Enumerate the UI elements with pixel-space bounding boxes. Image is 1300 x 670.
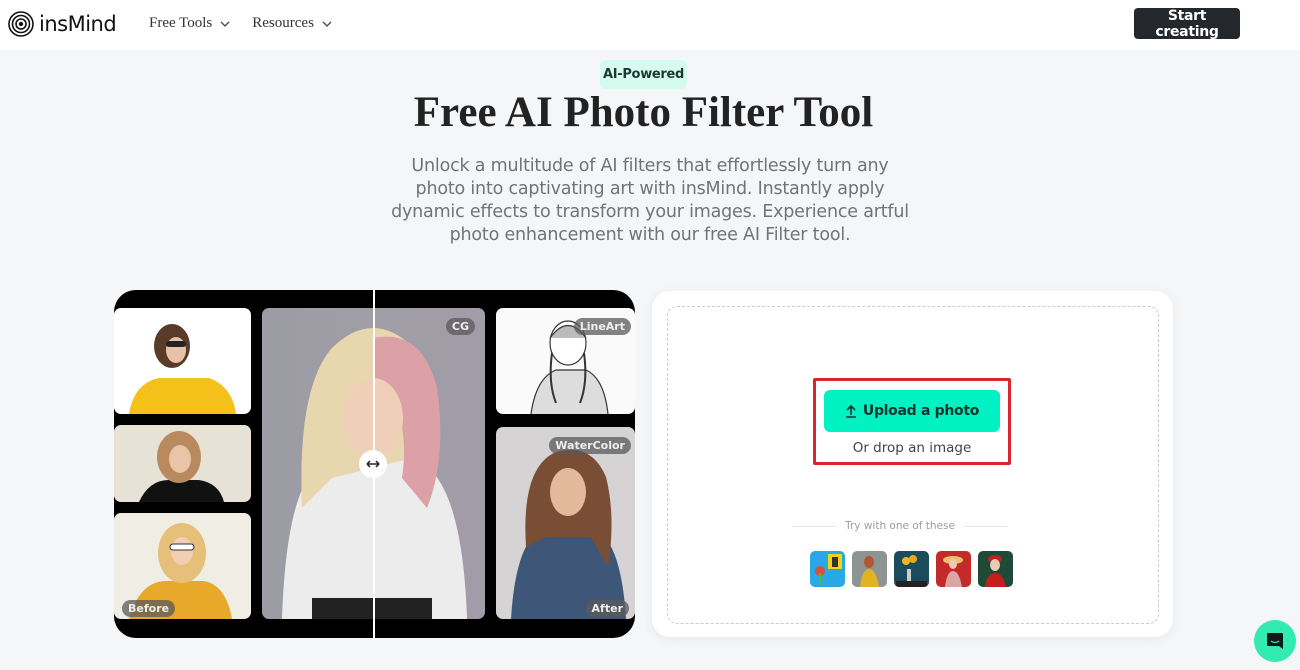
page-title: Free AI Photo Filter Tool bbox=[413, 89, 874, 136]
before-label: Before bbox=[122, 600, 176, 617]
chevron-down-icon bbox=[220, 21, 230, 27]
sample-image-3[interactable] bbox=[894, 551, 929, 587]
filter-showcase: Before CG LineArt WaterColor After bbox=[114, 290, 635, 638]
logo[interactable]: insMind bbox=[8, 11, 117, 37]
comparison-slider-handle[interactable] bbox=[359, 450, 387, 478]
ai-powered-badge: AI-Powered bbox=[600, 60, 687, 89]
logo-text: insMind bbox=[39, 12, 117, 36]
sample-image-1[interactable] bbox=[810, 551, 845, 587]
sample-image-5[interactable] bbox=[978, 551, 1013, 587]
before-image-middle bbox=[114, 425, 251, 502]
logo-icon bbox=[8, 11, 34, 37]
lineart-image: LineArt bbox=[496, 308, 635, 414]
upload-photo-label: Upload a photo bbox=[862, 403, 980, 419]
left-right-arrow-icon bbox=[366, 460, 380, 468]
upload-photo-button[interactable]: Upload a photo bbox=[824, 390, 1000, 432]
sample-image-2[interactable] bbox=[852, 551, 887, 587]
sample-thumbnail bbox=[896, 555, 927, 587]
try-samples-heading: Try with one of these bbox=[793, 520, 1008, 532]
cg-label: CG bbox=[445, 318, 475, 335]
before-image-bottom: Before bbox=[114, 513, 251, 619]
main-nav: Free Tools Resources bbox=[149, 15, 332, 32]
chevron-down-icon bbox=[322, 21, 332, 27]
sample-images bbox=[810, 551, 1013, 587]
portrait-illustration bbox=[139, 431, 224, 502]
lineart-label: LineArt bbox=[573, 318, 631, 335]
upload-card: Upload a photo Or drop an image Try with… bbox=[652, 291, 1173, 637]
sample-thumbnail bbox=[985, 555, 1006, 587]
page-subtitle: Unlock a multitude of AI filters that ef… bbox=[391, 156, 909, 245]
watercolor-label: WaterColor bbox=[549, 437, 631, 454]
before-image-yellow-top bbox=[114, 308, 251, 414]
sample-thumbnail bbox=[860, 556, 879, 587]
try-samples-text: Try with one of these bbox=[845, 520, 955, 532]
top-nav-bar: insMind Free Tools Resources Start creat… bbox=[0, 0, 1300, 50]
nav-free-tools-label: Free Tools bbox=[149, 15, 213, 31]
divider bbox=[962, 525, 1008, 527]
watercolor-image: WaterColor After bbox=[496, 427, 635, 619]
sample-image-4[interactable] bbox=[936, 551, 971, 587]
start-creating-button[interactable]: Start creating bbox=[1134, 8, 1240, 40]
upload-icon bbox=[845, 404, 856, 418]
divider bbox=[793, 525, 838, 527]
chat-icon bbox=[1267, 633, 1283, 649]
after-label: After bbox=[585, 600, 629, 617]
portrait-illustration bbox=[511, 449, 626, 619]
sample-thumbnail bbox=[943, 556, 963, 587]
nav-free-tools[interactable]: Free Tools bbox=[149, 15, 230, 32]
sample-thumbnail bbox=[815, 554, 842, 585]
nav-resources-label: Resources bbox=[252, 15, 314, 31]
nav-resources[interactable]: Resources bbox=[252, 15, 332, 32]
drop-image-text: Or drop an image bbox=[852, 440, 972, 456]
portrait-illustration bbox=[129, 324, 236, 414]
chat-support-button[interactable] bbox=[1254, 620, 1296, 662]
